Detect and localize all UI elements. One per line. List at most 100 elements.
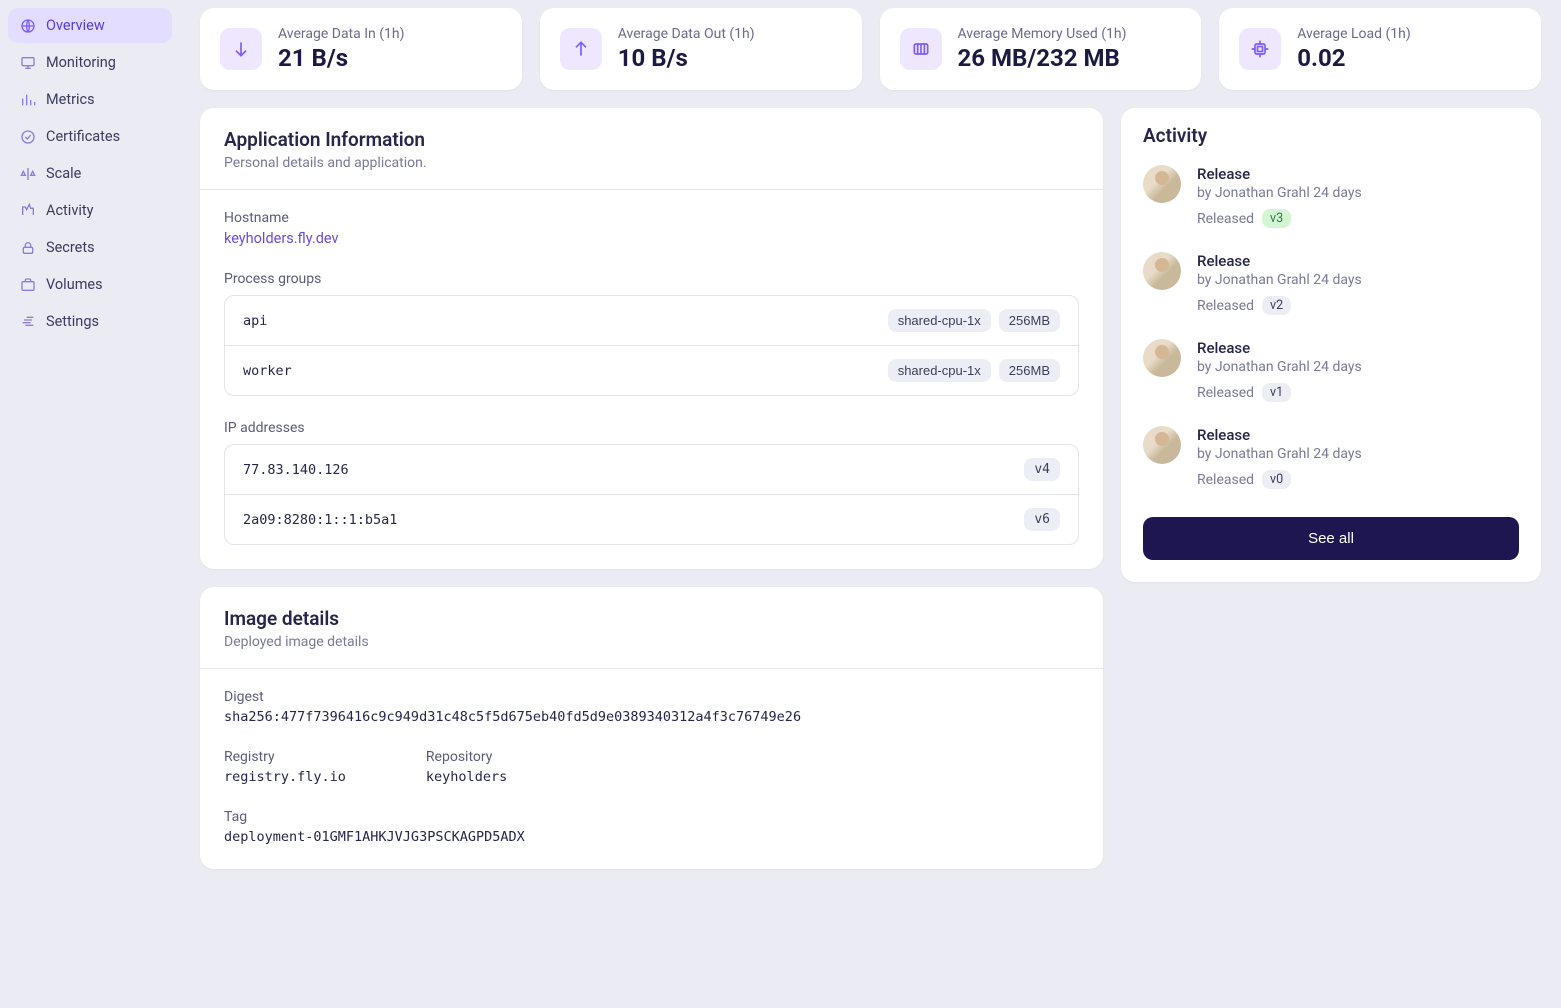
activity-item-status: Releasedv1 xyxy=(1197,383,1519,402)
stat-label: Average Data In (1h) xyxy=(278,26,404,42)
sidebar-item-label: Overview xyxy=(46,17,105,34)
ip-address: 77.83.140.126 xyxy=(243,462,349,478)
activity-item-title: Release xyxy=(1197,252,1519,270)
globe-icon xyxy=(20,18,36,34)
sidebar-item-label: Activity xyxy=(46,202,93,219)
image-details-card: Image details Deployed image details Dig… xyxy=(200,587,1103,869)
avatar xyxy=(1143,339,1181,377)
activity-item-meta: by Jonathan Grahl 24 days xyxy=(1197,185,1519,201)
sidebar: Overview Monitoring Metrics Certificates… xyxy=(0,8,180,1008)
arrow-down-icon xyxy=(220,28,262,70)
sidebar-item-certificates[interactable]: Certificates xyxy=(8,119,172,154)
ip-version-pill: v4 xyxy=(1024,458,1060,481)
ip-address: 2a09:8280:1::1:b5a1 xyxy=(243,512,397,528)
sidebar-item-label: Secrets xyxy=(46,239,95,256)
ip-version-pill: v6 xyxy=(1024,508,1060,531)
ip-addresses-label: IP addresses xyxy=(224,420,1079,436)
stat-card-memory: Average Memory Used (1h) 26 MB/232 MB xyxy=(880,8,1202,90)
avatar xyxy=(1143,165,1181,203)
sidebar-item-overview[interactable]: Overview xyxy=(8,8,172,43)
stat-value: 10 B/s xyxy=(618,44,755,72)
repository-label: Repository xyxy=(426,749,507,765)
activity-item-meta: by Jonathan Grahl 24 days xyxy=(1197,359,1519,375)
process-groups-list: api shared-cpu-1x 256MB worker xyxy=(224,295,1079,396)
mem-pill: 256MB xyxy=(999,359,1060,382)
stat-value: 26 MB/232 MB xyxy=(958,44,1127,72)
version-badge: v2 xyxy=(1262,296,1291,315)
version-badge: v0 xyxy=(1262,470,1291,489)
activity-icon xyxy=(20,203,36,219)
activity-item-meta: by Jonathan Grahl 24 days xyxy=(1197,446,1519,462)
stat-card-data-in: Average Data In (1h) 21 B/s xyxy=(200,8,522,90)
tag-label: Tag xyxy=(224,809,1079,825)
card-subtitle: Deployed image details xyxy=(224,634,1079,650)
hostname-link[interactable]: keyholders.fly.dev xyxy=(224,230,339,247)
mem-pill: 256MB xyxy=(999,309,1060,332)
chart-icon xyxy=(20,92,36,108)
sidebar-item-secrets[interactable]: Secrets xyxy=(8,230,172,265)
memory-icon xyxy=(900,28,942,70)
settings-icon xyxy=(20,314,36,330)
process-name: worker xyxy=(243,363,292,379)
repository-value: keyholders xyxy=(426,769,507,785)
version-badge: v1 xyxy=(1262,383,1291,402)
sidebar-item-label: Monitoring xyxy=(46,54,116,71)
sidebar-item-metrics[interactable]: Metrics xyxy=(8,82,172,117)
activity-item-title: Release xyxy=(1197,426,1519,444)
sidebar-item-monitoring[interactable]: Monitoring xyxy=(8,45,172,80)
sidebar-item-label: Certificates xyxy=(46,128,120,145)
stat-label: Average Load (1h) xyxy=(1297,26,1411,42)
ip-list: 77.83.140.126 v4 2a09:8280:1::1:b5a1 v6 xyxy=(224,444,1079,545)
tag-value: deployment-01GMF1AHKJVJG3PSCKAGPD5ADX xyxy=(224,829,1079,845)
sidebar-item-volumes[interactable]: Volumes xyxy=(8,267,172,302)
version-badge: v3 xyxy=(1262,209,1291,228)
digest-label: Digest xyxy=(224,689,1079,705)
stat-row: Average Data In (1h) 21 B/s Average Data… xyxy=(180,8,1541,90)
hostname-label: Hostname xyxy=(224,210,1079,226)
activity-item-status: Releasedv0 xyxy=(1197,470,1519,489)
process-name: api xyxy=(243,313,267,329)
activity-item[interactable]: Releaseby Jonathan Grahl 24 daysReleased… xyxy=(1143,252,1519,339)
stat-card-data-out: Average Data Out (1h) 10 B/s xyxy=(540,8,862,90)
activity-item-title: Release xyxy=(1197,339,1519,357)
card-title: Image details xyxy=(224,607,1079,630)
process-group-row: worker shared-cpu-1x 256MB xyxy=(225,346,1078,395)
briefcase-icon xyxy=(20,277,36,293)
avatar xyxy=(1143,426,1181,464)
activity-item[interactable]: Release by Jonathan Grahl 24 days Released… xyxy=(1143,426,1519,513)
activity-item-meta: by Jonathan Grahl 24 days xyxy=(1197,272,1519,288)
sidebar-item-label: Settings xyxy=(46,313,99,330)
monitor-icon xyxy=(20,55,36,71)
ip-row: 77.83.140.126 v4 xyxy=(225,445,1078,495)
cpu-pill: shared-cpu-1x xyxy=(888,359,991,382)
activity-card: Activity Release by Jonathan Grahl 24 day… xyxy=(1121,108,1541,582)
process-group-row: api shared-cpu-1x 256MB xyxy=(225,296,1078,346)
sidebar-item-label: Volumes xyxy=(46,276,103,293)
sidebar-item-label: Scale xyxy=(46,165,81,182)
sidebar-item-scale[interactable]: Scale xyxy=(8,156,172,191)
stat-value: 0.02 xyxy=(1297,44,1411,72)
activity-item[interactable]: Releaseby Jonathan Grahl 24 daysReleased… xyxy=(1143,165,1519,252)
registry-value: registry.fly.io xyxy=(224,769,346,785)
check-badge-icon xyxy=(20,129,36,145)
sidebar-item-activity[interactable]: Activity xyxy=(8,193,172,228)
ip-row: 2a09:8280:1::1:b5a1 v6 xyxy=(225,495,1078,544)
activity-title: Activity xyxy=(1143,124,1519,147)
see-all-button[interactable]: See all xyxy=(1143,517,1519,560)
registry-label: Registry xyxy=(224,749,346,765)
card-subtitle: Personal details and application. xyxy=(224,155,1079,171)
arrow-up-icon xyxy=(560,28,602,70)
app-info-card: Application Information Personal details… xyxy=(200,108,1103,569)
scale-icon xyxy=(20,166,36,182)
sidebar-item-label: Metrics xyxy=(46,91,95,108)
activity-item-status: Releasedv3 xyxy=(1197,209,1519,228)
activity-item[interactable]: Release by Jonathan Grahl 24 days Released… xyxy=(1143,339,1519,426)
stat-label: Average Memory Used (1h) xyxy=(958,26,1127,42)
avatar xyxy=(1143,252,1181,290)
cpu-pill: shared-cpu-1x xyxy=(888,309,991,332)
cpu-icon xyxy=(1239,28,1281,70)
process-groups-label: Process groups xyxy=(224,271,1079,287)
card-title: Application Information xyxy=(224,128,1079,151)
stat-value: 21 B/s xyxy=(278,44,404,72)
sidebar-item-settings[interactable]: Settings xyxy=(8,304,172,339)
